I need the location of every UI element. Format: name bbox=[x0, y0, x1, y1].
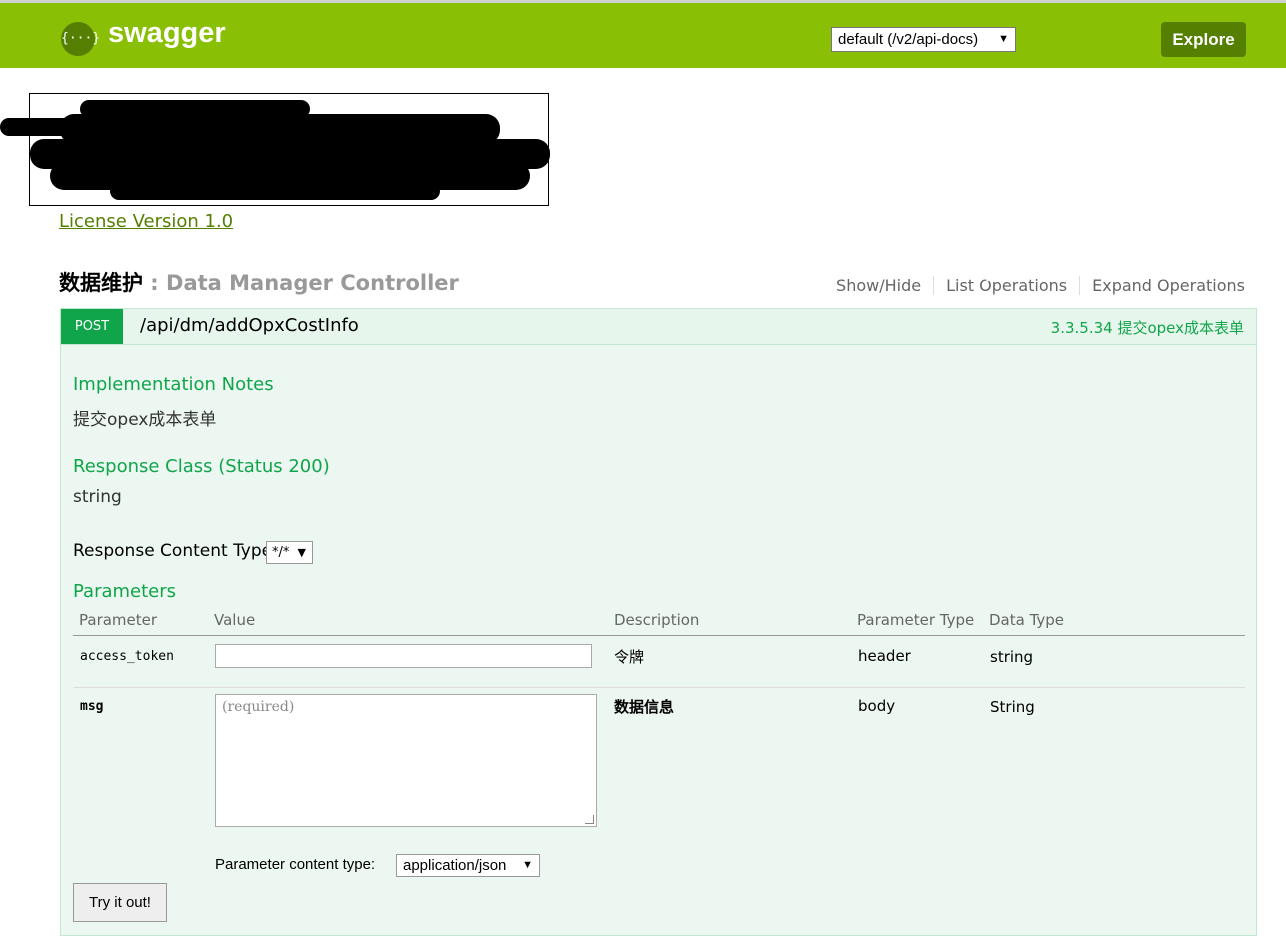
try-it-out-button[interactable]: Try it out! bbox=[73, 883, 167, 922]
response-content-type-value: */* bbox=[272, 545, 290, 560]
swagger-logo-icon[interactable]: {···} bbox=[61, 22, 100, 56]
param-type-access-token: header bbox=[858, 647, 911, 665]
show-hide-link[interactable]: Show/Hide bbox=[824, 276, 935, 295]
parameter-content-type-value: application/json bbox=[403, 857, 507, 874]
parameter-content-type-label: Parameter content type: bbox=[215, 856, 376, 873]
operation-summary[interactable]: 3.3.5.34 提交opex成本表单 bbox=[1051, 317, 1244, 338]
msg-textarea[interactable]: (required) bbox=[215, 694, 597, 827]
api-spec-select[interactable]: default (/v2/api-docs) ▼ bbox=[831, 27, 1016, 52]
swagger-logo-text[interactable]: swagger bbox=[108, 17, 226, 50]
controller-title-en: : Data Manager Controller bbox=[143, 271, 459, 295]
redacted-api-info bbox=[0, 93, 550, 206]
controller-title-zh: 数据维护 bbox=[59, 271, 143, 295]
param-type-msg: body bbox=[858, 697, 896, 715]
swagger-header: {···} swagger default (/v2/api-docs) ▼ E… bbox=[0, 3, 1286, 68]
column-header-value: Value bbox=[214, 611, 256, 629]
param-name-access-token: access_token bbox=[80, 649, 174, 664]
param-description-msg: 数据信息 bbox=[614, 698, 675, 716]
implementation-notes-text: 提交opex成本表单 bbox=[73, 410, 217, 430]
explore-button[interactable]: Explore bbox=[1161, 22, 1246, 57]
license-link[interactable]: License Version 1.0 bbox=[59, 211, 233, 232]
controller-title[interactable]: 数据维护 : Data Manager Controller bbox=[59, 267, 459, 297]
operation-path[interactable]: /api/dm/addOpxCostInfo bbox=[140, 315, 359, 336]
operation-panel: POST /api/dm/addOpxCostInfo 3.3.5.34 提交o… bbox=[60, 308, 1257, 936]
access-token-input[interactable] bbox=[215, 644, 592, 668]
api-spec-select-value: default (/v2/api-docs) bbox=[838, 31, 979, 48]
chevron-down-icon: ▼ bbox=[522, 859, 533, 871]
param-name-msg: msg bbox=[80, 699, 104, 714]
expand-operations-link[interactable]: Expand Operations bbox=[1080, 276, 1245, 295]
list-operations-link[interactable]: List Operations bbox=[934, 276, 1081, 295]
resize-handle-icon[interactable] bbox=[585, 815, 594, 824]
column-header-data-type: Data Type bbox=[989, 611, 1065, 629]
chevron-down-icon: ▼ bbox=[998, 33, 1009, 45]
parameters-heading: Parameters bbox=[73, 581, 177, 602]
operation-links: Show/Hide List Operations Expand Operati… bbox=[824, 276, 1245, 295]
http-method-badge[interactable]: POST bbox=[61, 309, 123, 344]
implementation-notes-heading: Implementation Notes bbox=[73, 374, 274, 395]
chevron-down-icon: ▼ bbox=[297, 546, 306, 559]
response-class-value: string bbox=[73, 487, 122, 507]
data-type-access-token: string bbox=[990, 648, 1034, 666]
redaction-mark bbox=[110, 182, 440, 200]
column-header-description: Description bbox=[614, 611, 700, 629]
response-content-type-label: Response Content Type bbox=[73, 541, 273, 561]
data-type-msg: String bbox=[990, 698, 1035, 716]
operation-heading[interactable]: POST /api/dm/addOpxCostInfo 3.3.5.34 提交o… bbox=[61, 309, 1256, 345]
param-description-access-token: 令牌 bbox=[614, 648, 645, 666]
msg-placeholder: (required) bbox=[222, 699, 295, 715]
column-header-parameter-type: Parameter Type bbox=[857, 611, 975, 629]
response-content-type-select[interactable]: */* ▼ bbox=[266, 541, 313, 564]
column-header-parameter: Parameter bbox=[79, 611, 158, 629]
parameter-content-type-select[interactable]: application/json ▼ bbox=[396, 854, 540, 877]
header-divider bbox=[73, 635, 1245, 636]
response-class-heading: Response Class (Status 200) bbox=[73, 456, 330, 477]
row-divider bbox=[73, 687, 1245, 688]
